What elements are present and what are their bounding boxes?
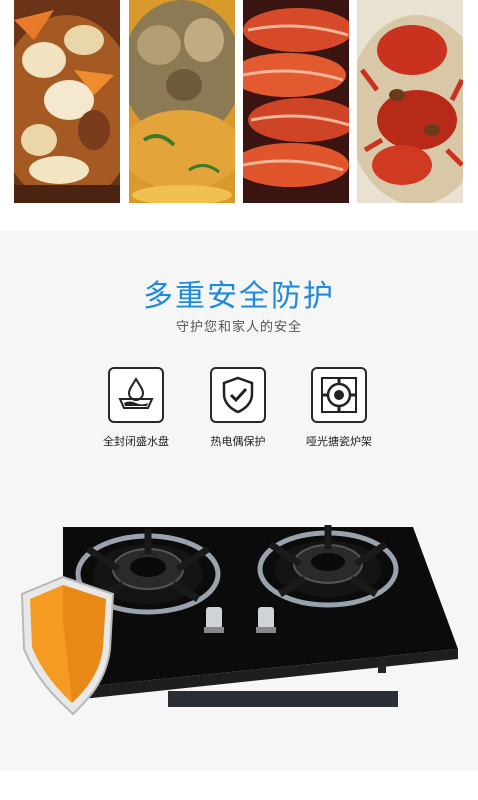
feature-label: 热电偶保护 <box>210 435 266 448</box>
soup-pot-photo <box>129 0 235 203</box>
water-drop-pan-icon <box>108 367 164 423</box>
right-control-knob <box>256 607 276 633</box>
safety-title: 多重安全防护 <box>143 279 335 314</box>
prawns-photo <box>243 0 349 203</box>
feature-label: 全封闭盛水盘 <box>103 435 169 448</box>
feature-thermocouple-protection: 热电偶保护 <box>188 367 288 449</box>
food-photo-strip <box>0 0 478 206</box>
stew-dish-photo <box>14 0 120 203</box>
feature-sealed-water-tray: 全封闭盛水盘 <box>86 367 186 449</box>
feature-label: 哑光搪瓷炉架 <box>306 435 372 448</box>
shield-check-icon <box>210 367 266 423</box>
feature-matte-enamel-grate: 哑光搪瓷炉架 <box>289 367 389 449</box>
safety-subtitle: 守护您和家人的安全 <box>175 320 302 335</box>
burner-grate-icon <box>311 367 367 423</box>
gas-stove-image <box>18 519 458 759</box>
safety-protection-panel: 多重安全防护 守护您和家人的安全 全封闭盛水盘 热电偶保护 哑光搪瓷炉架 <box>0 231 478 771</box>
crabs-photo <box>357 0 463 203</box>
left-control-knob <box>204 607 224 633</box>
